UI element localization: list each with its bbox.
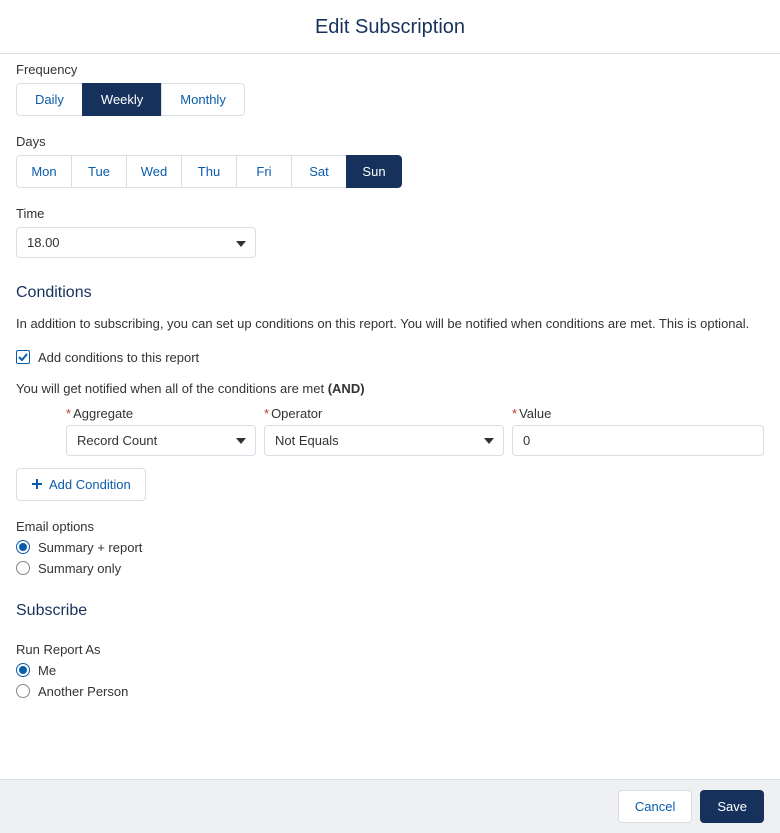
email-summary-only-radio[interactable] [16,561,30,575]
aggregate-label: *Aggregate [66,406,256,421]
run-as-another-label: Another Person [38,684,128,699]
time-select[interactable]: 18.00 [16,227,256,258]
conditions-help-text: In addition to subscribing, you can set … [16,314,764,334]
add-conditions-label: Add conditions to this report [38,350,199,365]
frequency-monthly[interactable]: Monthly [161,83,245,116]
day-sat[interactable]: Sat [291,155,347,188]
frequency-weekly[interactable]: Weekly [82,83,162,116]
operator-select[interactable]: Not Equals [264,425,504,456]
day-sun[interactable]: Sun [346,155,402,188]
day-tue[interactable]: Tue [71,155,127,188]
value-label: *Value [512,406,764,421]
save-button[interactable]: Save [700,790,764,823]
add-conditions-checkbox[interactable] [16,350,30,364]
days-group: Mon Tue Wed Thu Fri Sat Sun [16,155,402,188]
plus-icon [31,478,43,490]
subscribe-heading: Subscribe [16,602,764,620]
day-fri[interactable]: Fri [236,155,292,188]
day-mon[interactable]: Mon [16,155,72,188]
cancel-button[interactable]: Cancel [618,790,692,823]
conditions-notify-text: You will get notified when all of the co… [16,381,764,396]
conditions-notify-prefix: You will get notified when all of the co… [16,381,328,396]
email-summary-only-label: Summary only [38,561,121,576]
email-summary-report-label: Summary + report [38,540,142,555]
frequency-daily[interactable]: Daily [16,83,83,116]
run-as-another-radio[interactable] [16,684,30,698]
modal-title: Edit Subscription [0,0,780,54]
run-as-me-radio[interactable] [16,663,30,677]
operator-label: *Operator [264,406,504,421]
email-summary-report-radio[interactable] [16,540,30,554]
days-label: Days [16,134,764,149]
run-report-as-label: Run Report As [16,642,764,657]
email-options-label: Email options [16,519,764,534]
modal-body-scroll[interactable]: Frequency Daily Weekly Monthly Days Mon … [0,54,780,779]
add-condition-label: Add Condition [49,477,131,492]
frequency-group: Daily Weekly Monthly [16,83,245,116]
conditions-heading: Conditions [16,284,764,302]
value-input[interactable] [512,425,764,456]
frequency-label: Frequency [16,62,764,77]
day-wed[interactable]: Wed [126,155,182,188]
run-as-me-label: Me [38,663,56,678]
time-label: Time [16,206,764,221]
aggregate-select[interactable]: Record Count [66,425,256,456]
conditions-notify-and: (AND) [328,381,365,396]
modal-footer: Cancel Save [0,779,780,833]
day-thu[interactable]: Thu [181,155,237,188]
add-condition-button[interactable]: Add Condition [16,468,146,501]
condition-row: *Aggregate Record Count *Operator Not Eq… [16,406,764,456]
